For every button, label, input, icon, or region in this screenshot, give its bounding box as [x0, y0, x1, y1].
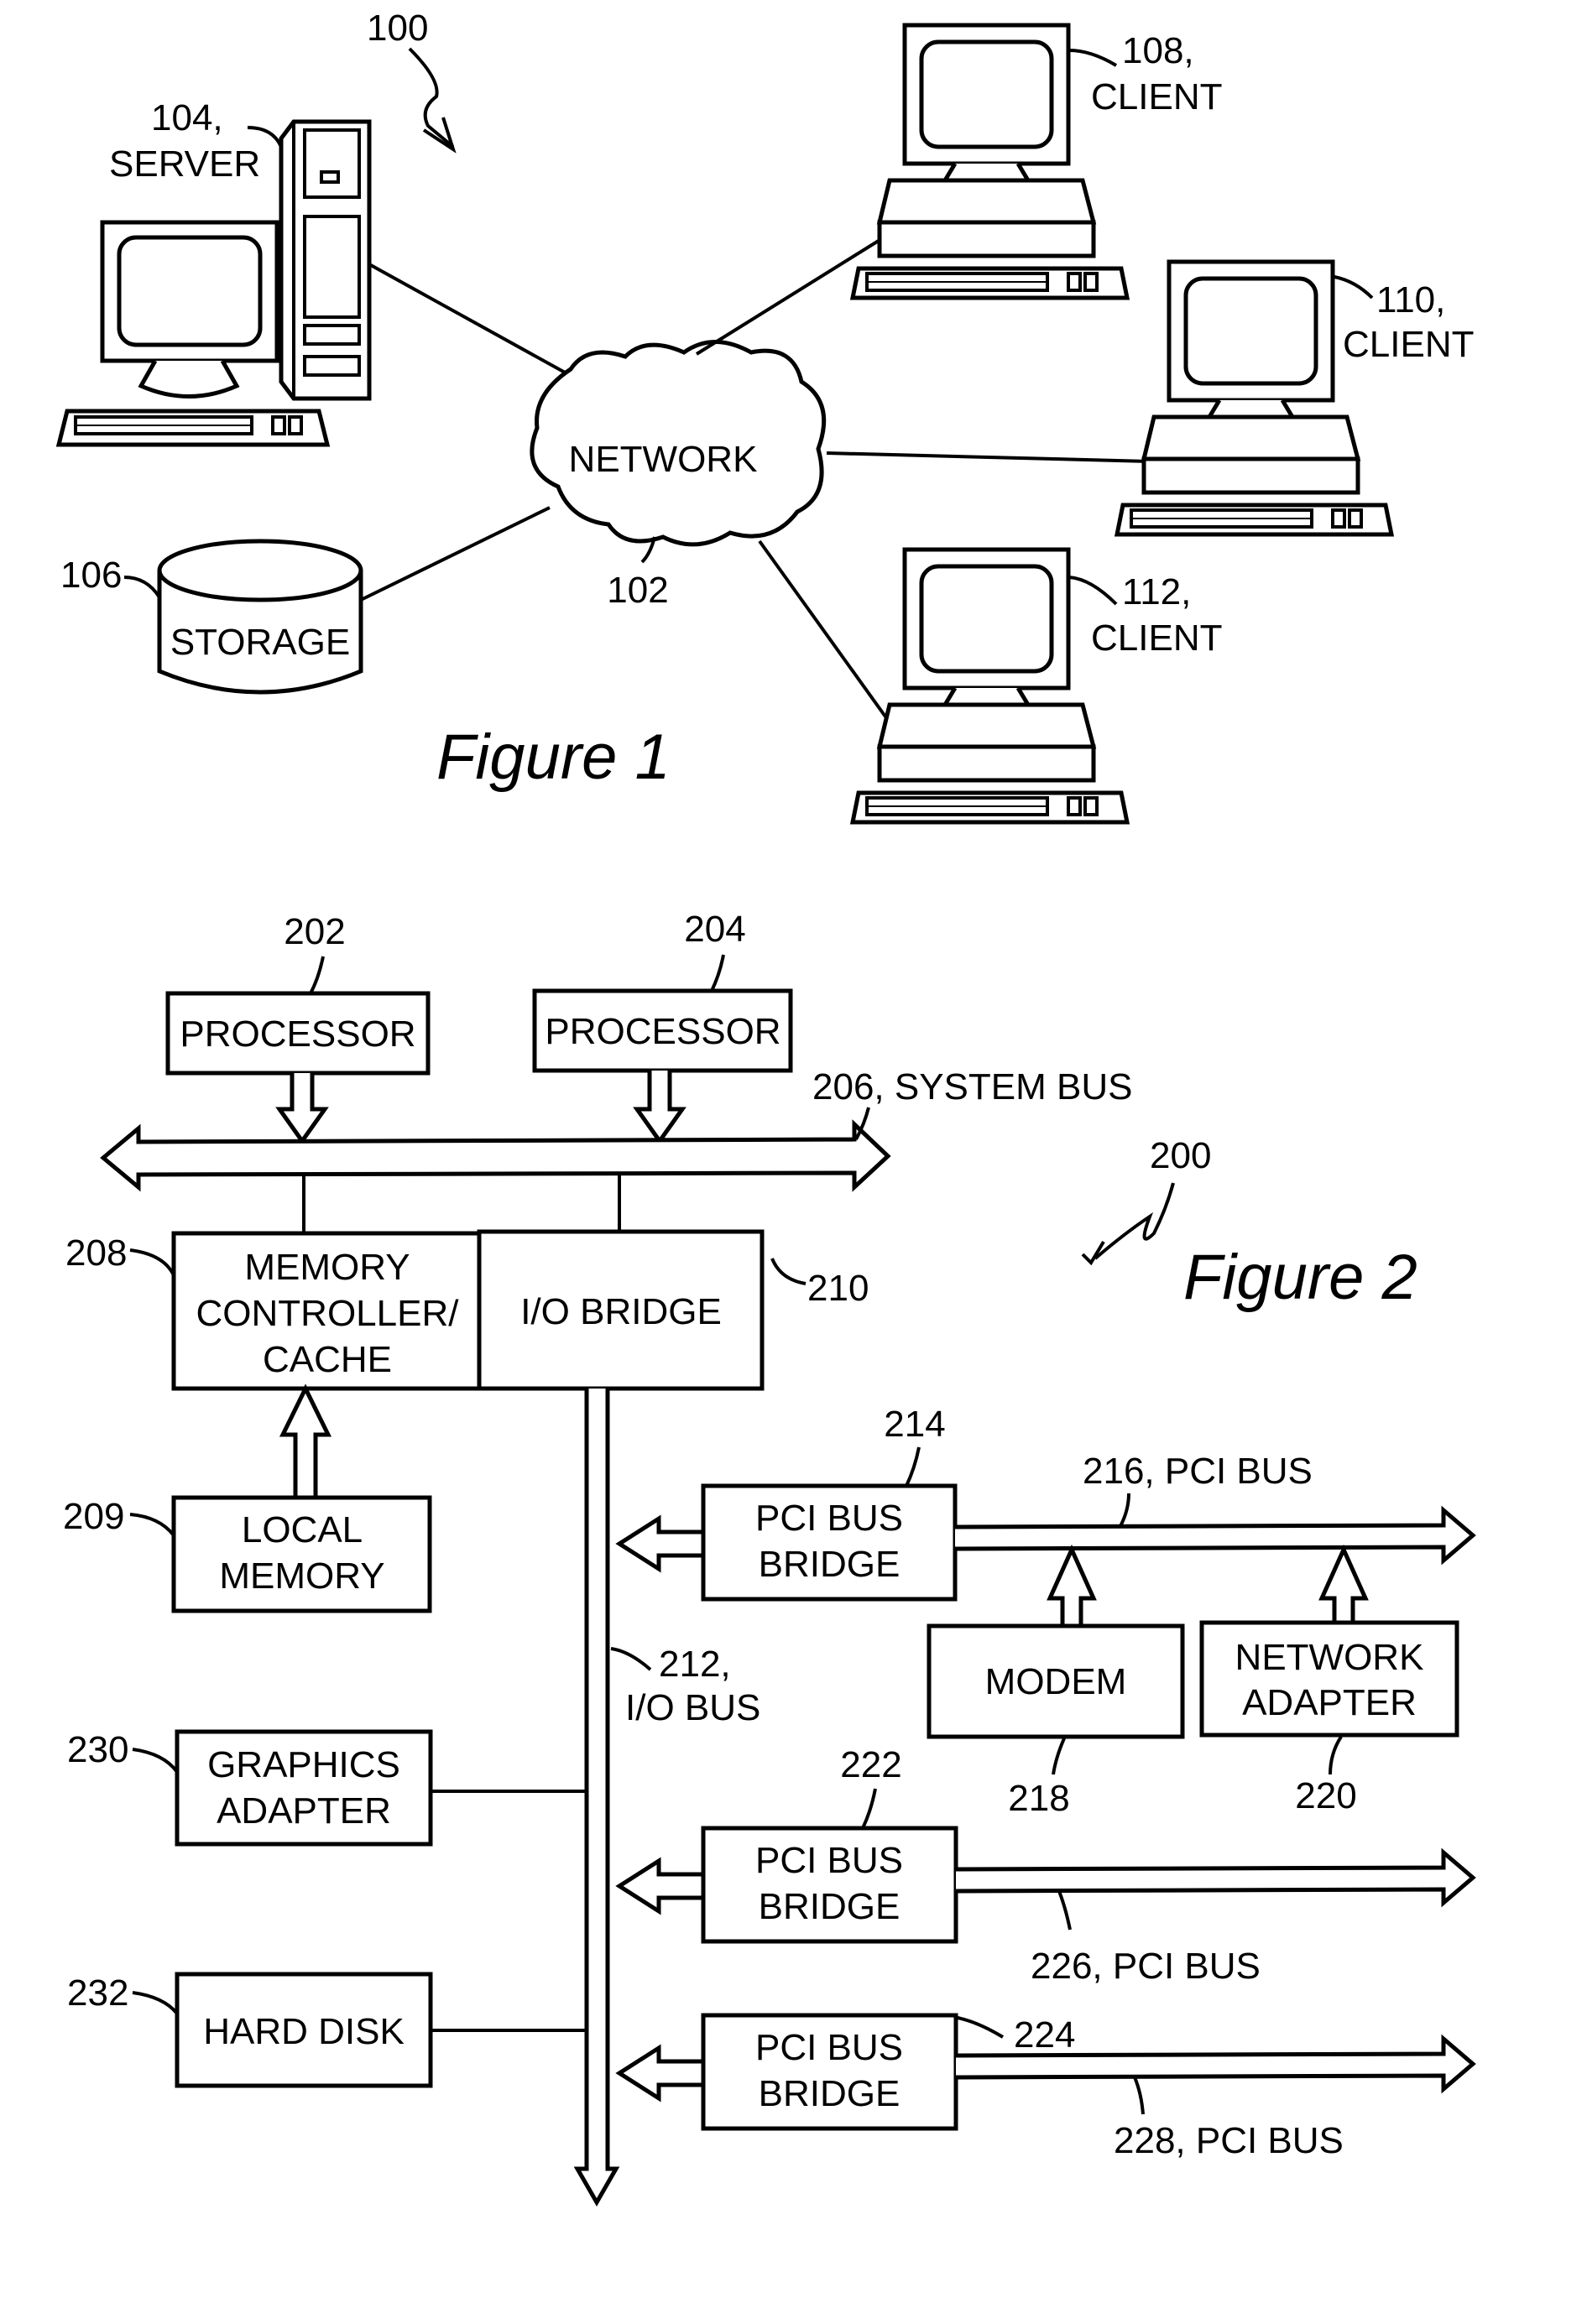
local-memory-ref: 209: [63, 1496, 124, 1537]
processor-204-ref: 204: [684, 909, 745, 950]
memory-controller-line1: MEMORY: [244, 1247, 410, 1288]
storage-node: STORAGE 106: [60, 539, 363, 695]
pci-bus-216-label: 216, PCI BUS: [1083, 1451, 1313, 1492]
processor-202-label: PROCESSOR: [180, 1013, 415, 1055]
system-bus: [100, 1119, 891, 1192]
local-memory-line2: MEMORY: [219, 1555, 384, 1597]
client-108-label: CLIENT: [1091, 76, 1222, 117]
hard-disk: HARD DISK 232: [67, 1972, 587, 2088]
pci-bus-228-label: 228, PCI BUS: [1114, 2120, 1344, 2161]
local-memory-line1: LOCAL: [242, 1509, 363, 1550]
memory-controller-line3: CACHE: [263, 1339, 392, 1380]
io-bridge-ref: 210: [807, 1268, 869, 1309]
io-bus: [573, 1389, 620, 2207]
client-110-label: CLIENT: [1343, 324, 1474, 365]
memory-controller: MEMORY CONTROLLER/ CACHE 208: [65, 1231, 482, 1391]
figure-1-ref: 100: [367, 8, 428, 49]
ref-arrow-200: [1094, 1182, 1175, 1260]
io-bridge: I/O BRIDGE 210: [477, 1229, 869, 1391]
client-108: 108, CLIENT: [853, 25, 1222, 298]
pci-bridge-224-line2: BRIDGE: [759, 2073, 901, 2114]
pci-bridge-222-line2: BRIDGE: [759, 1886, 901, 1927]
client-112-label: CLIENT: [1091, 617, 1222, 659]
processor-204: 204 PROCESSOR: [532, 909, 793, 1145]
client-110-ref: 110,: [1376, 279, 1445, 320]
network-adapter-line2: ADAPTER: [1242, 1682, 1417, 1723]
patent-drawing: 100 104, SERVER NETWORK 102 STORAGE 106 …: [55, 8, 1476, 2207]
link-server-network: [368, 263, 567, 375]
modem: MODEM 218: [927, 1544, 1185, 1819]
memory-controller-line2: CONTROLLER/: [196, 1293, 460, 1334]
pci-bridge-224-line1: PCI BUS: [755, 2027, 903, 2068]
storage-ref: 106: [60, 555, 122, 596]
figure-1: 100 104, SERVER NETWORK 102 STORAGE 106 …: [55, 8, 1474, 822]
local-memory: LOCAL MEMORY 209: [63, 1383, 432, 1613]
pci-bridge-224: PCI BUS BRIDGE 224 228, PCI BUS: [615, 2013, 1476, 2161]
network-ref: 102: [607, 570, 668, 611]
io-bus-label: I/O BUS: [625, 1687, 760, 1728]
pci-bridge-214-ref: 214: [884, 1404, 945, 1445]
hard-disk-label: HARD DISK: [203, 2011, 405, 2052]
pci-bridge-224-ref: 224: [1014, 2014, 1075, 2056]
client-112: 112, CLIENT: [853, 550, 1222, 822]
pci-bus-226-label: 226, PCI BUS: [1031, 1946, 1261, 1987]
graphics-adapter-line2: ADAPTER: [217, 1790, 391, 1832]
local-memory-arrow: [279, 1383, 332, 1498]
hard-disk-ref: 232: [67, 1972, 128, 2014]
graphics-adapter: GRAPHICS ADAPTER 230: [67, 1729, 587, 1847]
link-client110-network: [826, 451, 1151, 463]
pci-bus-216: [954, 1505, 1476, 1566]
system-bus-label: 206, SYSTEM BUS: [812, 1066, 1132, 1107]
pci-bridge-214-line2: BRIDGE: [759, 1544, 901, 1585]
io-bus-ref: 212,: [659, 1644, 731, 1685]
processor-202-arrow: [275, 1073, 329, 1145]
storage-label: STORAGE: [170, 622, 350, 663]
modem-ref: 218: [1008, 1778, 1069, 1819]
network-adapter-line1: NETWORK: [1235, 1637, 1424, 1678]
memory-controller-ref: 208: [65, 1232, 127, 1274]
pci-bridge-222-ref: 222: [840, 1744, 901, 1785]
server-ref: 104,: [151, 97, 223, 138]
figure-1-caption: Figure 1: [436, 722, 671, 793]
client-112-ref: 112,: [1122, 571, 1191, 612]
network-adapter: NETWORK ADAPTER 220: [1199, 1544, 1459, 1816]
modem-label: MODEM: [985, 1661, 1127, 1702]
link-storage-network: [360, 506, 551, 602]
processor-204-label: PROCESSOR: [545, 1011, 780, 1052]
server-label: SERVER: [109, 143, 260, 185]
graphics-adapter-ref: 230: [67, 1729, 128, 1770]
processor-202-ref: 202: [284, 911, 345, 952]
graphics-adapter-line1: GRAPHICS: [207, 1744, 400, 1785]
network-adapter-ref: 220: [1295, 1775, 1356, 1816]
processor-204-arrow: [633, 1071, 686, 1145]
link-client112-network: [758, 539, 900, 736]
figure-2-caption: Figure 2: [1183, 1242, 1417, 1313]
processor-202: 202 PROCESSOR: [165, 911, 431, 1145]
client-108-ref: 108,: [1122, 30, 1194, 71]
client-110: 110, CLIENT: [1117, 262, 1474, 534]
io-bridge-label: I/O BRIDGE: [520, 1291, 722, 1332]
figure-2: 202 PROCESSOR 204 PROCESSOR 206, SYSTEM …: [63, 909, 1476, 2207]
pci-bridge-214-line1: PCI BUS: [755, 1498, 903, 1539]
network-label: NETWORK: [569, 439, 758, 480]
pci-bus-226: [955, 1847, 1476, 1908]
pci-bridge-222-line1: PCI BUS: [755, 1840, 903, 1881]
server-node: 104, SERVER: [55, 97, 372, 447]
figure-2-ref: 200: [1150, 1135, 1211, 1176]
